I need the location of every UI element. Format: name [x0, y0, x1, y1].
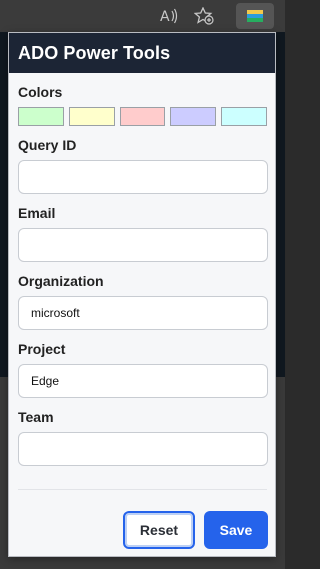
project-label: Project — [18, 341, 66, 357]
extension-icon[interactable] — [236, 3, 274, 29]
color-swatch-purple[interactable] — [170, 107, 217, 126]
extension-popup: ADO Power Tools Colors Query ID Email Or… — [8, 32, 276, 557]
query-id-input[interactable] — [18, 160, 268, 194]
color-swatch-yellow[interactable] — [68, 107, 115, 126]
reset-button[interactable]: Reset — [123, 511, 195, 549]
organization-input[interactable] — [18, 296, 268, 330]
color-swatch-red[interactable] — [119, 107, 166, 126]
email-input[interactable] — [18, 228, 268, 262]
email-label: Email — [18, 205, 56, 221]
color-swatch-cyan[interactable] — [221, 107, 267, 126]
project-input[interactable] — [18, 364, 268, 398]
colors-label: Colors — [18, 84, 63, 100]
query-id-label: Query ID — [18, 137, 77, 153]
popup-header: ADO Power Tools — [9, 33, 275, 73]
browser-toolbar: A — [0, 0, 285, 32]
color-swatches — [18, 107, 267, 126]
popup-title: ADO Power Tools — [18, 42, 171, 63]
footer-divider — [18, 489, 267, 490]
add-favorite-icon[interactable] — [191, 3, 217, 29]
save-button[interactable]: Save — [204, 511, 268, 549]
team-input[interactable] — [18, 432, 268, 466]
organization-label: Organization — [18, 273, 104, 289]
team-label: Team — [18, 409, 54, 425]
svg-text:A: A — [160, 9, 170, 24]
color-swatch-green[interactable] — [18, 107, 64, 126]
read-aloud-icon[interactable]: A — [156, 3, 182, 29]
settings-form: Colors Query ID Email Organization Proje… — [9, 84, 275, 466]
